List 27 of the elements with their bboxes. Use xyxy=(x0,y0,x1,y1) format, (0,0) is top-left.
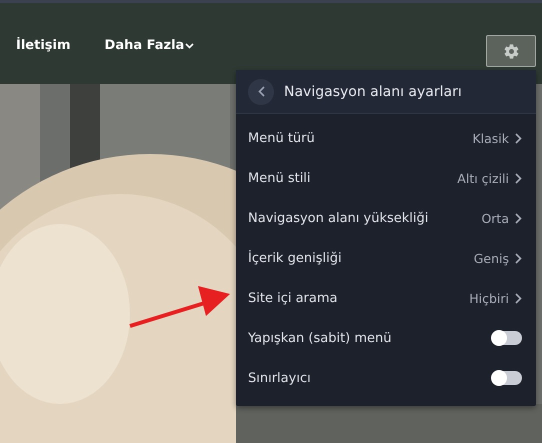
settings-button[interactable] xyxy=(486,35,536,67)
chevron-right-icon xyxy=(515,292,522,304)
setting-label: Sınırlayıcı xyxy=(248,370,311,386)
chevron-left-icon xyxy=(258,86,264,97)
panel-title: Navigasyon alanı ayarları xyxy=(284,84,462,100)
settings-icon xyxy=(502,42,520,60)
chevron-right-icon xyxy=(515,132,522,144)
chevron-right-icon xyxy=(515,212,522,224)
setting-value[interactable]: Hiçbiri xyxy=(469,290,522,306)
nav-link[interactable]: İletişim xyxy=(16,38,71,53)
setting-label: Menü türü xyxy=(248,130,315,146)
setting-value[interactable]: Altı çizili xyxy=(457,170,522,186)
setting-value[interactable]: Geniş xyxy=(474,250,522,266)
setting-label: İçerik genişliği xyxy=(248,250,342,266)
chevron-down-icon xyxy=(185,42,194,48)
setting-label: Site içi arama xyxy=(248,290,338,306)
setting-label: Menü stili xyxy=(248,170,311,186)
setting-value[interactable]: Klasik xyxy=(472,130,522,146)
setting-label: Navigasyon alanı yüksekliği xyxy=(248,210,428,226)
nav-link[interactable]: Daha Fazla xyxy=(104,38,194,53)
toggle-switch[interactable] xyxy=(492,331,522,345)
chevron-right-icon xyxy=(515,252,522,264)
setting-label: Yapışkan (sabit) menü xyxy=(248,330,392,346)
chevron-right-icon xyxy=(515,172,522,184)
setting-value[interactable]: Orta xyxy=(481,210,522,226)
toggle-switch[interactable] xyxy=(492,371,522,385)
back-button[interactable] xyxy=(248,78,274,104)
